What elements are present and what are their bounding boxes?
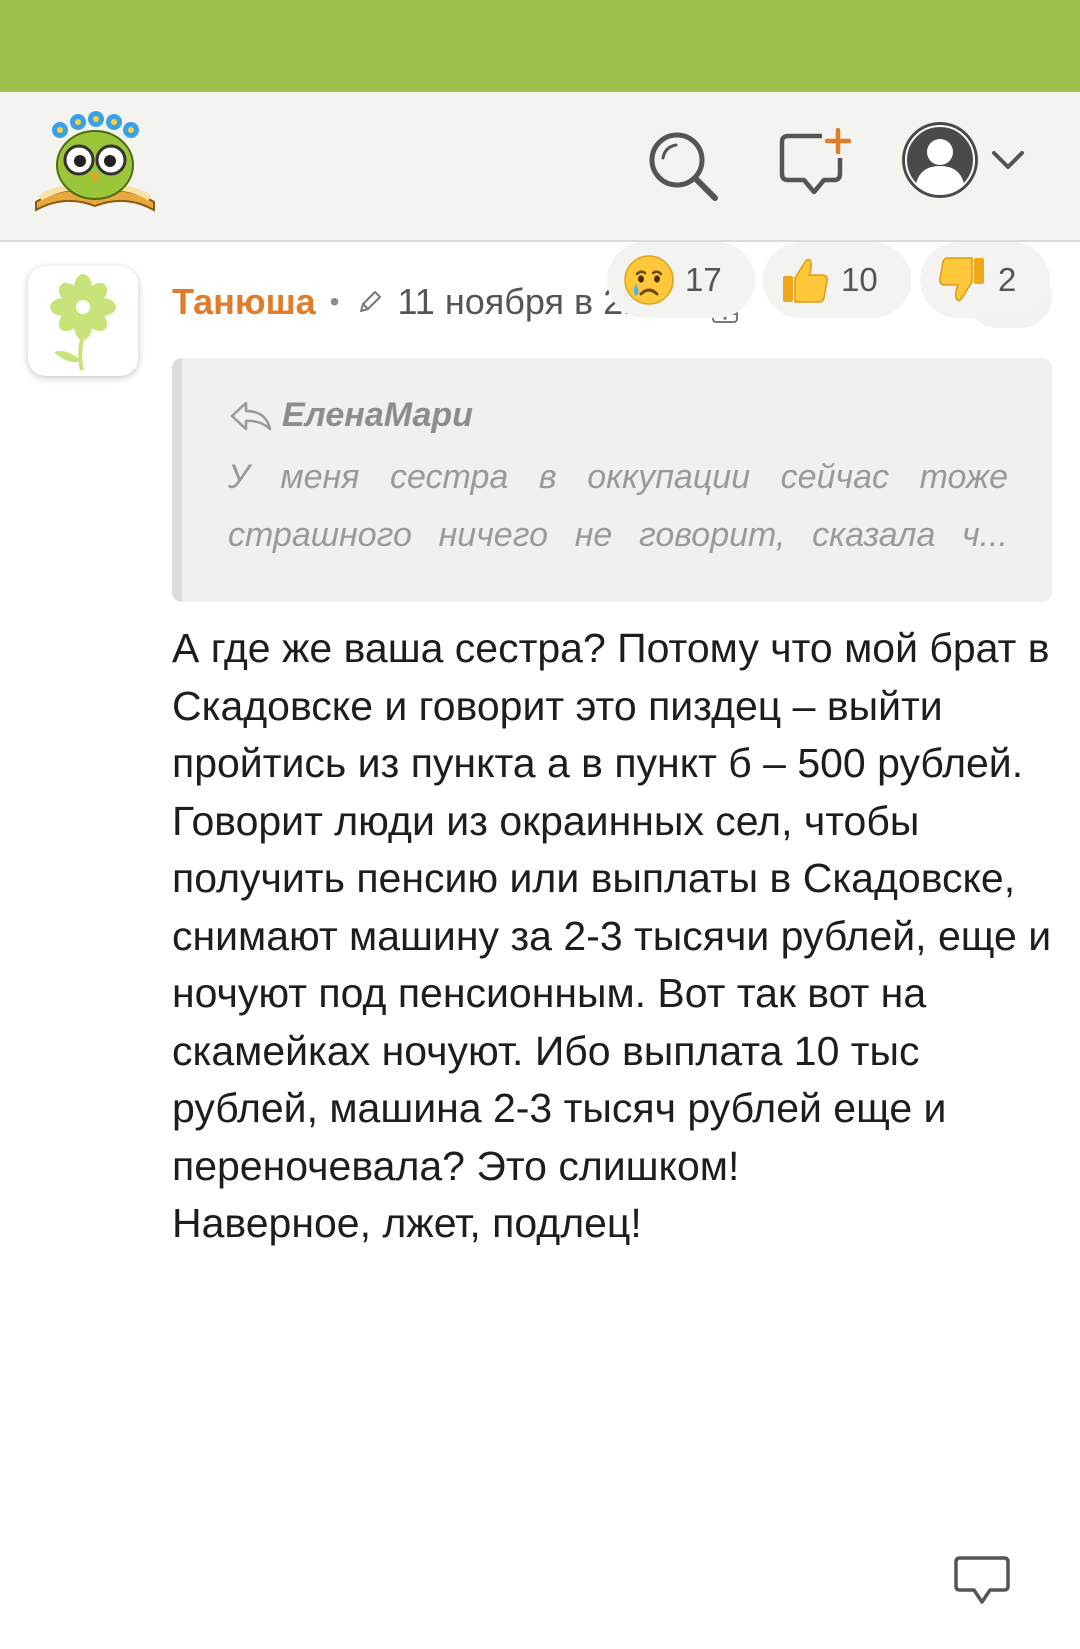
comment-card: Танюша • 11 ноября в 21:52 57 ЕленаМари … <box>0 242 1080 1649</box>
owl-on-book-logo[interactable] <box>30 110 160 220</box>
quote-author: ЕленаМари <box>282 396 473 434</box>
meta-separator: • <box>329 286 340 317</box>
new-post-icon[interactable] <box>778 128 852 200</box>
author-avatar[interactable] <box>28 266 138 376</box>
thumbs-up-icon <box>783 258 828 303</box>
chevron-down-icon[interactable] <box>990 148 1026 172</box>
quote-text: У меня сестра в оккупации сейчас тоже ст… <box>228 448 1008 564</box>
comment-paragraph: А где же ваша сестра? Потому что мой бра… <box>172 625 1050 786</box>
top-navigation-bar <box>0 92 1080 242</box>
reaction-count: 10 <box>841 261 878 298</box>
reply-comment-icon[interactable] <box>952 1554 1012 1608</box>
flower-avatar-icon <box>50 274 116 371</box>
pencil-icon <box>360 291 382 312</box>
reaction-dislike-button[interactable]: 2 <box>920 242 1050 318</box>
search-icon[interactable] <box>645 128 721 204</box>
quote-line: У меня сестра в оккупации сейчас тоже <box>228 458 1008 496</box>
reaction-like-button[interactable]: 10 <box>763 242 911 318</box>
comment-paragraph: Наверное, лжет, подлец! <box>172 1200 642 1246</box>
comment-paragraph: Говорит люди из окраинных сел, чтобы пол… <box>172 797 1052 1189</box>
status-bar <box>0 0 1080 92</box>
author-name[interactable]: Танюша <box>172 281 316 323</box>
user-avatar-icon[interactable] <box>900 120 980 200</box>
crying-face-icon <box>624 255 674 305</box>
reaction-crying-button[interactable]: 17 <box>607 242 755 318</box>
reaction-count: 2 <box>998 261 1017 298</box>
thumbs-down-icon <box>939 257 984 302</box>
quoted-comment[interactable]: ЕленаМари У меня сестра в оккупации сейч… <box>172 358 1052 602</box>
quote-line: страшного ничего не говорит, сказала ч..… <box>228 516 1008 554</box>
reaction-count: 17 <box>685 261 722 298</box>
reply-arrow-icon <box>230 401 272 430</box>
comment-body: А где же ваша сестра? Потому что мой бра… <box>172 620 1052 1253</box>
quote-header: ЕленаМари <box>228 396 473 435</box>
